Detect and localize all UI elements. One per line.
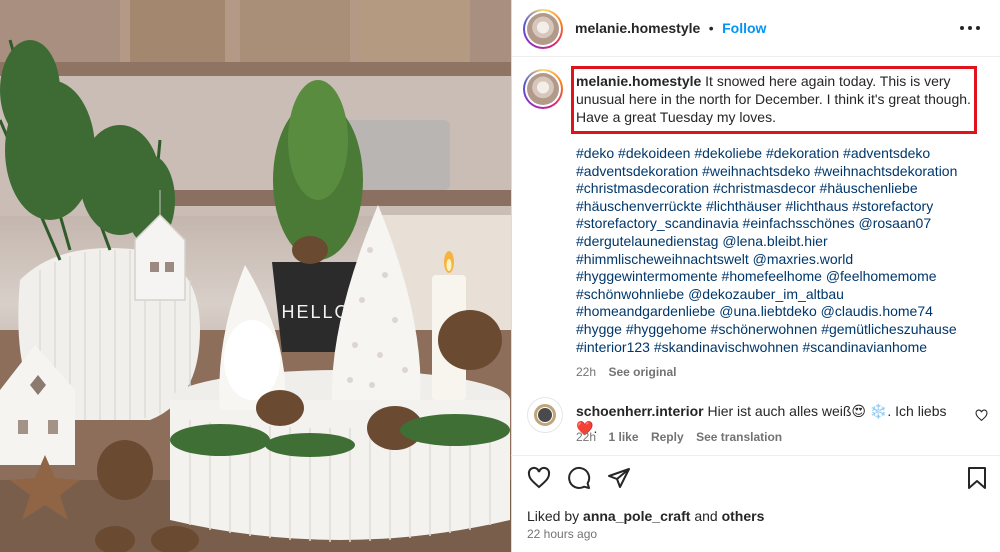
comment-time[interactable]: 22h [576,430,596,444]
separator-dot: • [708,20,714,36]
caption-time[interactable]: 22h [576,365,596,379]
mention-link[interactable]: @rosaan07 [859,215,932,231]
comment-reply-button[interactable]: Reply [651,430,684,444]
hashtag-link[interactable]: #dekoration [766,145,839,161]
hashtag-link[interactable]: #adventsdekoration [576,163,698,179]
see-translation-button[interactable]: See translation [696,430,782,444]
hashtag-link[interactable]: #dekoideen [618,145,690,161]
mention-link[interactable]: @claudis.home74 [821,303,933,319]
hashtag-link[interactable]: #einfachsschönes [743,215,855,231]
hashtag-link[interactable]: #christmasdecoration [576,180,709,196]
liked-by-user[interactable]: anna_pole_craft [583,508,690,524]
hashtag-link[interactable]: #homeandgardenliebe [576,303,715,319]
follow-button[interactable]: Follow [722,20,766,36]
hashtag-link[interactable]: #häuschenverrückte [576,198,702,214]
hashtag-link[interactable]: #deko [576,145,614,161]
heart-eyes-emoji: 😍 [851,403,867,419]
hashtag-link[interactable]: #storefactory [852,198,933,214]
see-original-button[interactable]: See original [608,365,676,379]
caption-meta: 22h See original [576,363,677,381]
christmas-decor-photo: HELLO [0,0,511,552]
comment-icon[interactable] [567,466,591,490]
heart-icon[interactable] [527,466,551,490]
share-icon[interactable] [607,466,631,490]
author-avatar[interactable] [523,9,563,49]
author-username[interactable]: melanie.homestyle [575,20,700,36]
hashtag-link[interactable]: #dekoliebe [694,145,762,161]
hashtag-link[interactable]: #hyggewintermomente [576,268,718,284]
caption: melanie.homestyle It snowed here again t… [576,72,976,126]
hashtag-link[interactable]: #hyggehome [626,321,707,337]
comment-text-2: . Ich liebs [887,403,947,419]
hashtag-link[interactable]: #dergutelaunedienstag [576,233,718,249]
bookmark-icon[interactable] [965,466,989,490]
mention-link[interactable]: @una.liebtdeko [719,303,817,319]
post-header-line: melanie.homestyle • Follow [575,20,766,38]
caption-username[interactable]: melanie.homestyle [576,73,701,89]
hashtag-link[interactable]: #interior123 [576,339,650,355]
mention-link[interactable]: @feelhomemome [826,268,937,284]
mention-link[interactable]: @lena.bleibt.hier [722,233,827,249]
hashtag-link[interactable]: #homefeelhome [722,268,822,284]
commenter-username[interactable]: schoenherr.interior [576,403,704,419]
hashtag-link[interactable]: #lichthäuser [706,198,782,214]
snowflake-emoji: ❄️ [869,403,888,419]
hashtag-link[interactable]: #storefactory_scandinavia [576,215,739,231]
likes-and: and [694,508,718,524]
hashtag-link[interactable]: #gemütlicheszuhause [821,321,956,337]
mention-link[interactable]: @maxries.world [753,251,854,267]
hashtag-link[interactable]: #christmasdecor [713,180,816,196]
mention-link[interactable]: @dekozauber_im_altbau [688,286,844,302]
liked-by-prefix: Liked by [527,508,580,524]
hashtag-link[interactable]: #weihnachtsdeko [702,163,810,179]
hashtag-link[interactable]: #weihnachtsdekoration [814,163,957,179]
comment-meta: 22h 1 like Reply See translation [576,428,782,446]
comment-like-heart-icon[interactable] [975,409,988,422]
mug-hello-text: HELLO [281,302,350,322]
hashtag-link[interactable]: #hygge [576,321,622,337]
hashtag-link[interactable]: #häuschenliebe [820,180,918,196]
hashtag-link[interactable]: #scandinavianhome [802,339,927,355]
likes-summary: Liked by anna_pole_craft and others [527,508,764,524]
comment-text-1: Hier ist auch alles weiß [707,403,852,419]
hashtag-link[interactable]: #himmlischeweihnachtswelt [576,251,749,267]
post-photo[interactable]: HELLO [0,0,511,552]
hashtag-link[interactable]: #schönerwohnen [711,321,818,337]
hashtag-link[interactable]: #schönwohnliebe [576,286,684,302]
hashtag-link[interactable]: #adventsdeko [843,145,930,161]
more-options-icon[interactable] [960,18,984,38]
hashtag-link[interactable]: #lichthaus [785,198,848,214]
likes-others[interactable]: others [722,508,765,524]
caption-hashtags: #deko #dekoideen #dekoliebe #dekoration … [576,145,976,356]
hashtag-link[interactable]: #skandinavischwohnen [654,339,799,355]
commenter-avatar[interactable] [527,397,563,433]
post-timestamp[interactable]: 22 hours ago [527,527,597,541]
caption-author-avatar[interactable] [523,69,563,109]
comment-likes-count[interactable]: 1 like [608,430,638,444]
